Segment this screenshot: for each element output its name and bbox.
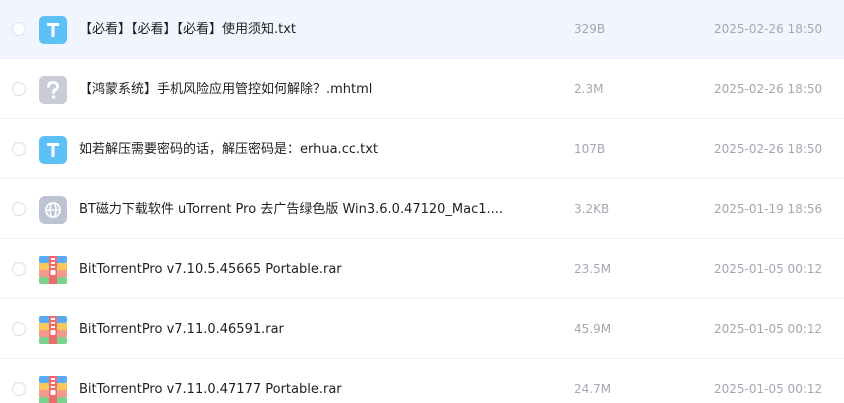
file-name[interactable]: BitTorrentPro v7.11.0.47177 Portable.rar	[79, 360, 342, 403]
file-date: 2025-01-05 00:12	[714, 322, 823, 336]
file-row[interactable]: BitTorrentPro v7.11.0.46591.rar 45.9M 20…	[0, 300, 844, 359]
file-name[interactable]: BitTorrentPro v7.11.0.46591.rar	[79, 300, 284, 359]
file-name[interactable]: BT磁力下载软件 uTorrent Pro 去广告绿色版 Win3.6.0.47…	[79, 180, 503, 239]
archive-file-icon	[39, 376, 67, 403]
file-row[interactable]: BT磁力下载软件 uTorrent Pro 去广告绿色版 Win3.6.0.47…	[0, 180, 844, 239]
row-checkbox[interactable]	[12, 142, 26, 156]
row-checkbox[interactable]	[12, 382, 26, 396]
file-date: 2025-02-26 18:50	[714, 82, 823, 96]
archive-file-icon	[39, 256, 67, 284]
file-name[interactable]: 【必看】【必看】【必看】使用须知.txt	[79, 0, 296, 59]
row-checkbox[interactable]	[12, 82, 26, 96]
unknown-file-icon	[39, 76, 67, 104]
file-name[interactable]: 如若解压需要密码的话，解压密码是：erhua.cc.txt	[79, 120, 378, 179]
file-size: 3.2KB	[574, 202, 610, 216]
file-date: 2025-01-05 00:12	[714, 262, 823, 276]
file-size: 45.9M	[574, 322, 612, 336]
archive-file-icon	[39, 316, 67, 344]
file-name[interactable]: BitTorrentPro v7.10.5.45665 Portable.rar	[79, 240, 342, 299]
file-size: 107B	[574, 142, 606, 156]
file-date: 2025-01-05 00:12	[714, 382, 823, 396]
row-checkbox[interactable]	[12, 202, 26, 216]
file-size: 2.3M	[574, 82, 604, 96]
row-checkbox[interactable]	[12, 22, 26, 36]
file-date: 2025-02-26 18:50	[714, 22, 823, 36]
file-size: 23.5M	[574, 262, 612, 276]
file-row[interactable]: 【必看】【必看】【必看】使用须知.txt 329B 2025-02-26 18:…	[0, 0, 844, 59]
file-date: 2025-02-26 18:50	[714, 142, 823, 156]
file-list: 【必看】【必看】【必看】使用须知.txt 329B 2025-02-26 18:…	[0, 0, 844, 403]
link-file-icon	[39, 196, 67, 224]
file-row[interactable]: 【鸿蒙系统】手机风险应用管控如何解除？.mhtml 2.3M 2025-02-2…	[0, 60, 844, 119]
row-checkbox[interactable]	[12, 322, 26, 336]
file-date: 2025-01-19 18:56	[714, 202, 823, 216]
file-name[interactable]: 【鸿蒙系统】手机风险应用管控如何解除？.mhtml	[79, 60, 372, 119]
txt-file-icon	[39, 16, 67, 44]
file-size: 24.7M	[574, 382, 612, 396]
file-row[interactable]: BitTorrentPro v7.10.5.45665 Portable.rar…	[0, 240, 844, 299]
file-row[interactable]: 如若解压需要密码的话，解压密码是：erhua.cc.txt 107B 2025-…	[0, 120, 844, 179]
txt-file-icon	[39, 136, 67, 164]
file-size: 329B	[574, 22, 606, 36]
row-checkbox[interactable]	[12, 262, 26, 276]
file-row[interactable]: BitTorrentPro v7.11.0.47177 Portable.rar…	[0, 360, 844, 403]
